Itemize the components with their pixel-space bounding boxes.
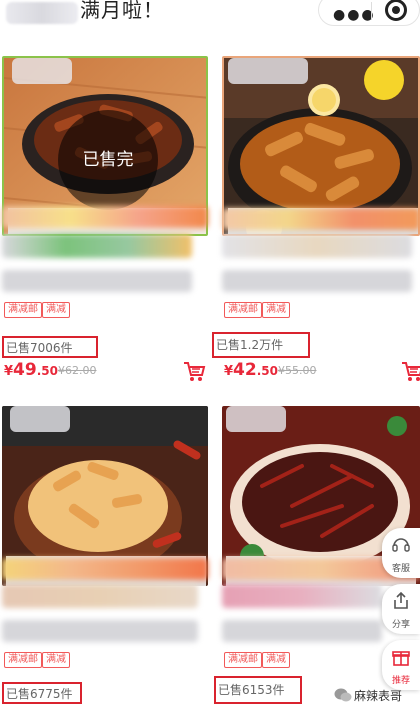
- sold-count: 已售7006件: [2, 336, 98, 358]
- cart-icon[interactable]: [400, 360, 420, 382]
- blurred-title-bar: [222, 208, 420, 230]
- top-bar: 满月啦！ ●●●: [0, 0, 420, 32]
- capsule-divider: [371, 2, 372, 20]
- tag-free-shipping: 满减邮: [4, 652, 42, 668]
- product-card-3[interactable]: 满减邮 满减 已售6775件: [2, 406, 208, 706]
- tag-discount: 满减: [262, 302, 290, 318]
- blurred-title-bar: [2, 206, 208, 228]
- product-card-1[interactable]: 已售完 满减邮 满减 已售7006件 ¥49.50 ¥62.00: [2, 56, 208, 386]
- original-price: ¥55.00: [278, 364, 317, 377]
- blurred-name-text: [2, 270, 192, 292]
- blurred-name-text: [2, 620, 198, 642]
- blurred-subtitle-bar: [2, 234, 192, 258]
- tag-discount: 满减: [262, 652, 290, 668]
- sold-out-overlay: 已售完: [58, 110, 158, 210]
- share-button[interactable]: 分享: [382, 584, 420, 634]
- page-title: 满月啦！: [80, 0, 164, 22]
- blurred-subtitle-bar: [2, 584, 198, 608]
- tag-discount: 满减: [42, 652, 70, 668]
- blurred-name-text: [222, 270, 412, 292]
- tag-free-shipping: 满减邮: [224, 652, 262, 668]
- more-icon[interactable]: ●●●: [333, 7, 376, 23]
- share-icon: [394, 591, 408, 609]
- customer-service-label: 客服: [391, 564, 410, 574]
- sold-count: 已售6153件: [214, 676, 302, 704]
- gift-icon: [392, 651, 410, 666]
- mini-program-capsule[interactable]: ●●●: [318, 0, 420, 26]
- tag-discount: 满减: [42, 302, 70, 318]
- blurred-subtitle-bar: [222, 584, 382, 608]
- headset-icon: [392, 538, 410, 552]
- sold-count: 已售6775件: [2, 682, 82, 704]
- product-card-2[interactable]: 满减邮 满减 已售1.2万件 ¥42.50 ¥55.00: [212, 56, 420, 386]
- recommend-label: 推荐: [391, 676, 410, 686]
- customer-service-button[interactable]: 客服: [382, 528, 420, 578]
- share-label: 分享: [391, 620, 410, 630]
- tag-free-shipping: 满减邮: [4, 302, 42, 318]
- blurred-header-text: [6, 2, 78, 24]
- close-target-icon[interactable]: [385, 0, 407, 21]
- price: ¥49.50: [4, 360, 58, 380]
- wechat-icon: [334, 688, 352, 702]
- tag-free-shipping: 满减邮: [224, 302, 262, 318]
- blurred-subtitle-bar: [222, 234, 412, 258]
- sold-count: 已售1.2万件: [212, 332, 310, 358]
- blurred-title-bar: [2, 558, 208, 580]
- recommend-button[interactable]: 推荐: [382, 640, 420, 690]
- price: ¥42.50: [224, 360, 278, 380]
- watermark-text: 麻辣表哥: [354, 689, 403, 703]
- original-price: ¥62.00: [58, 364, 97, 377]
- blurred-name-text: [222, 620, 382, 642]
- cart-icon[interactable]: [182, 360, 206, 382]
